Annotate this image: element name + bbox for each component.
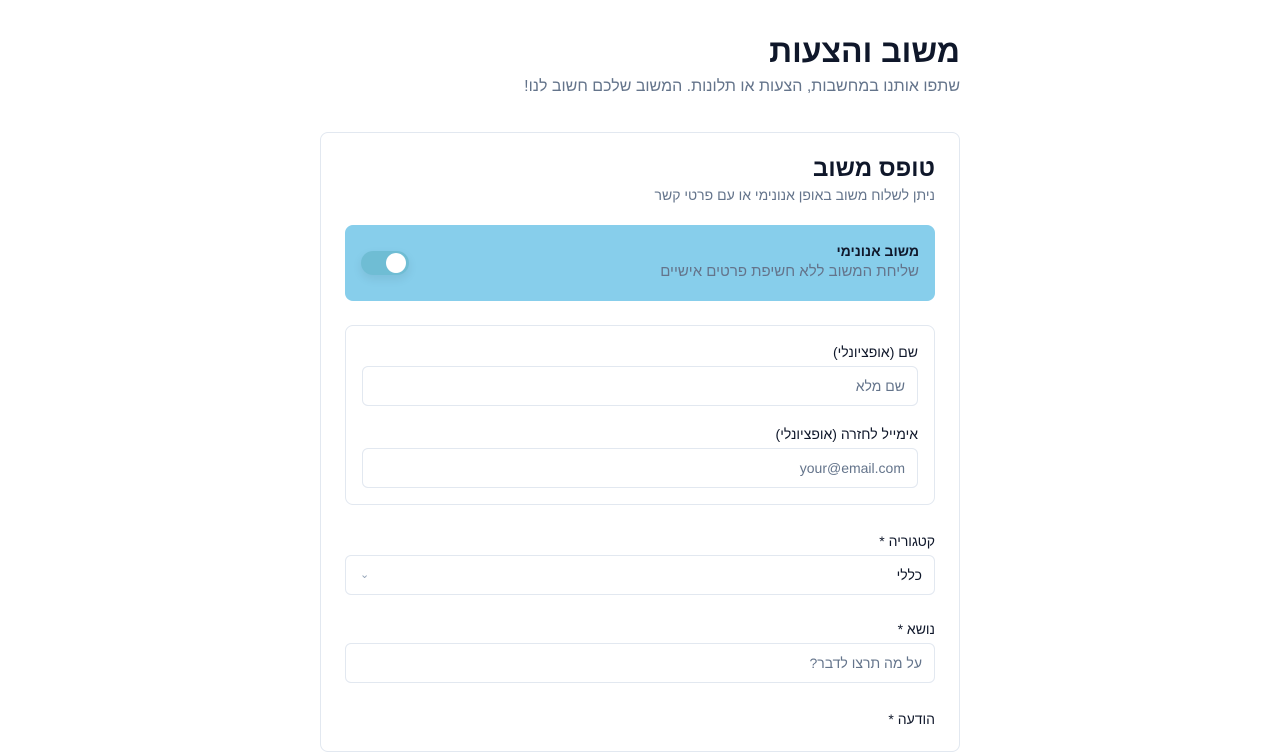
name-input[interactable]: שם מלא — [362, 366, 918, 406]
subject-input[interactable]: על מה תרצו לדבר? — [345, 643, 935, 683]
page-title: משוב והצעות — [769, 33, 960, 69]
form-description: ניתן לשלוח משוב באופן אנונימי או עם פרטי… — [654, 187, 935, 203]
chevron-down-icon: ⌄ — [360, 569, 370, 581]
subject-placeholder: על מה תרצו לדבר? — [809, 655, 922, 671]
email-placeholder: your@email.com — [799, 460, 905, 476]
name-label: שם (אופציונלי) — [832, 344, 918, 360]
anonymous-section: משוב אנונימי שליחת המשוב ללא חשיפת פרטים… — [345, 225, 935, 301]
category-select[interactable]: כללי ⌄ — [345, 555, 935, 595]
form-title: טופס משוב — [813, 155, 935, 182]
anonymous-label: משוב אנונימי — [836, 243, 919, 259]
name-placeholder: שם מלא — [855, 378, 905, 394]
anonymous-description: שליחת המשוב ללא חשיפת פרטים אישיים — [660, 263, 919, 280]
contact-details-box: שם (אופציונלי) שם מלא אימייל לחזרה (אופצ… — [345, 325, 935, 505]
toggle-knob — [386, 253, 406, 273]
subject-label: נושא * — [897, 621, 935, 637]
anonymous-toggle[interactable] — [361, 251, 409, 275]
category-label: קטגוריה * — [879, 533, 935, 549]
email-input[interactable]: your@email.com — [362, 448, 918, 488]
category-value: כללי — [896, 567, 922, 583]
page: משוב והצעות שתפו אותנו במחשבות, הצעות או… — [320, 0, 960, 752]
email-label: אימייל לחזרה (אופציונלי) — [775, 426, 918, 442]
feedback-form-card: טופס משוב ניתן לשלוח משוב באופן אנונימי … — [320, 132, 960, 752]
message-label: הודעה * — [888, 711, 935, 727]
page-subtitle: שתפו אותנו במחשבות, הצעות או תלונות. המש… — [524, 78, 960, 95]
